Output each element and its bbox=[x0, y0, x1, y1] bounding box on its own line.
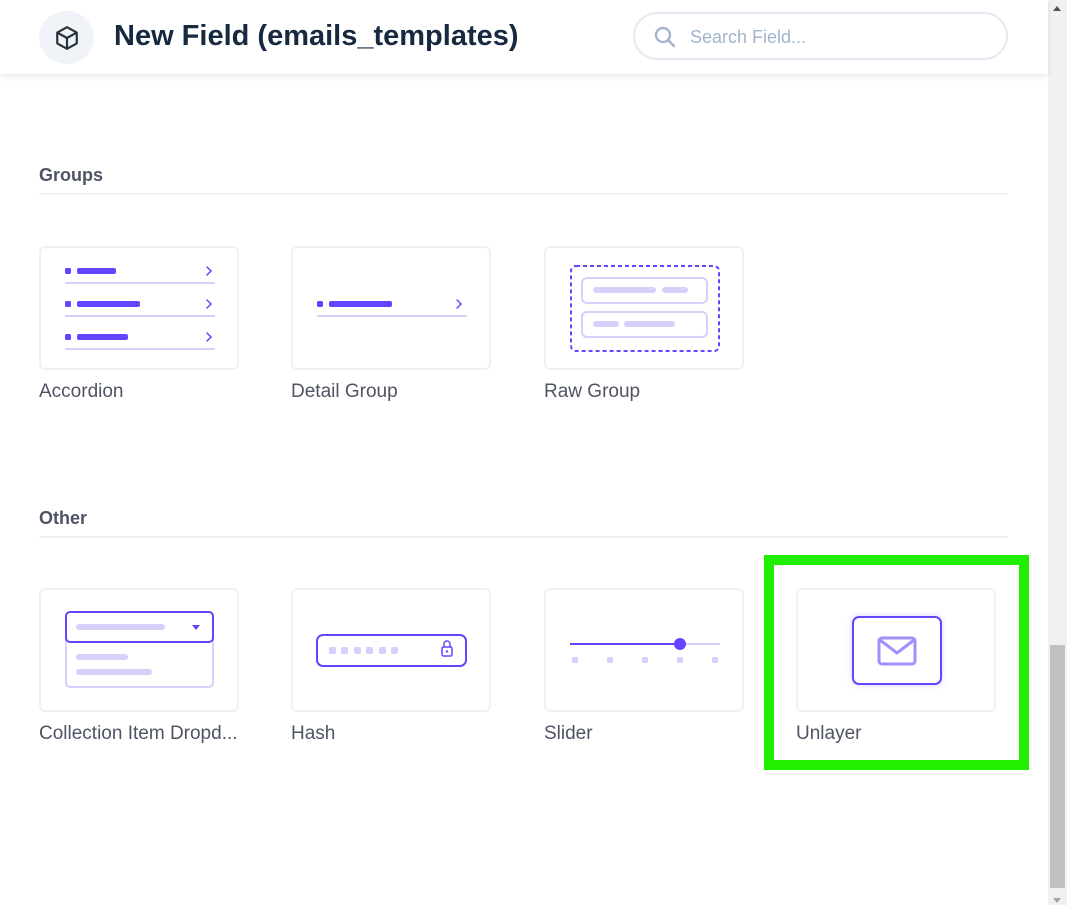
scroll-up-arrow-icon[interactable] bbox=[1053, 6, 1061, 11]
field-card-detail-group[interactable] bbox=[291, 246, 491, 370]
field-card-raw-group[interactable] bbox=[544, 246, 744, 370]
scrollbar[interactable] bbox=[1048, 0, 1067, 905]
scroll-down-arrow-icon[interactable] bbox=[1053, 898, 1061, 903]
field-card-slider[interactable] bbox=[544, 588, 744, 712]
dropdown-preview-icon bbox=[65, 611, 214, 688]
search-field[interactable] bbox=[633, 12, 1008, 60]
section-title-groups: Groups bbox=[39, 165, 104, 185]
cube-icon bbox=[39, 11, 94, 64]
raw-group-preview-icon bbox=[570, 265, 720, 352]
field-card-unlayer[interactable] bbox=[796, 588, 996, 712]
section-title-other: Other bbox=[39, 508, 88, 528]
field-card-accordion[interactable] bbox=[39, 246, 239, 370]
page-title: New Field (emails_templates) bbox=[114, 20, 519, 52]
field-label-unlayer: Unlayer bbox=[796, 723, 862, 744]
search-input[interactable] bbox=[690, 24, 990, 50]
mail-preview-icon bbox=[852, 616, 942, 685]
field-label-hash: Hash bbox=[291, 723, 336, 744]
field-label-detail-group: Detail Group bbox=[291, 381, 398, 402]
field-label-accordion: Accordion bbox=[39, 381, 124, 402]
search-icon bbox=[654, 26, 676, 48]
field-label-raw-group: Raw Group bbox=[544, 381, 641, 402]
hash-preview-icon bbox=[316, 634, 467, 667]
section-divider bbox=[39, 536, 1008, 538]
accordion-preview-icon bbox=[65, 266, 215, 350]
field-label-collection-item-dropdown: Collection Item Dropd... bbox=[39, 723, 238, 744]
field-card-collection-item-dropdown[interactable] bbox=[39, 588, 239, 712]
detail-group-preview-icon bbox=[317, 299, 467, 317]
section-divider bbox=[39, 193, 1008, 195]
field-label-slider: Slider bbox=[544, 723, 593, 744]
scrollbar-thumb[interactable] bbox=[1050, 645, 1065, 888]
header: New Field (emails_templates) bbox=[0, 0, 1048, 74]
slider-preview-icon bbox=[570, 638, 720, 663]
field-card-hash[interactable] bbox=[291, 588, 491, 712]
